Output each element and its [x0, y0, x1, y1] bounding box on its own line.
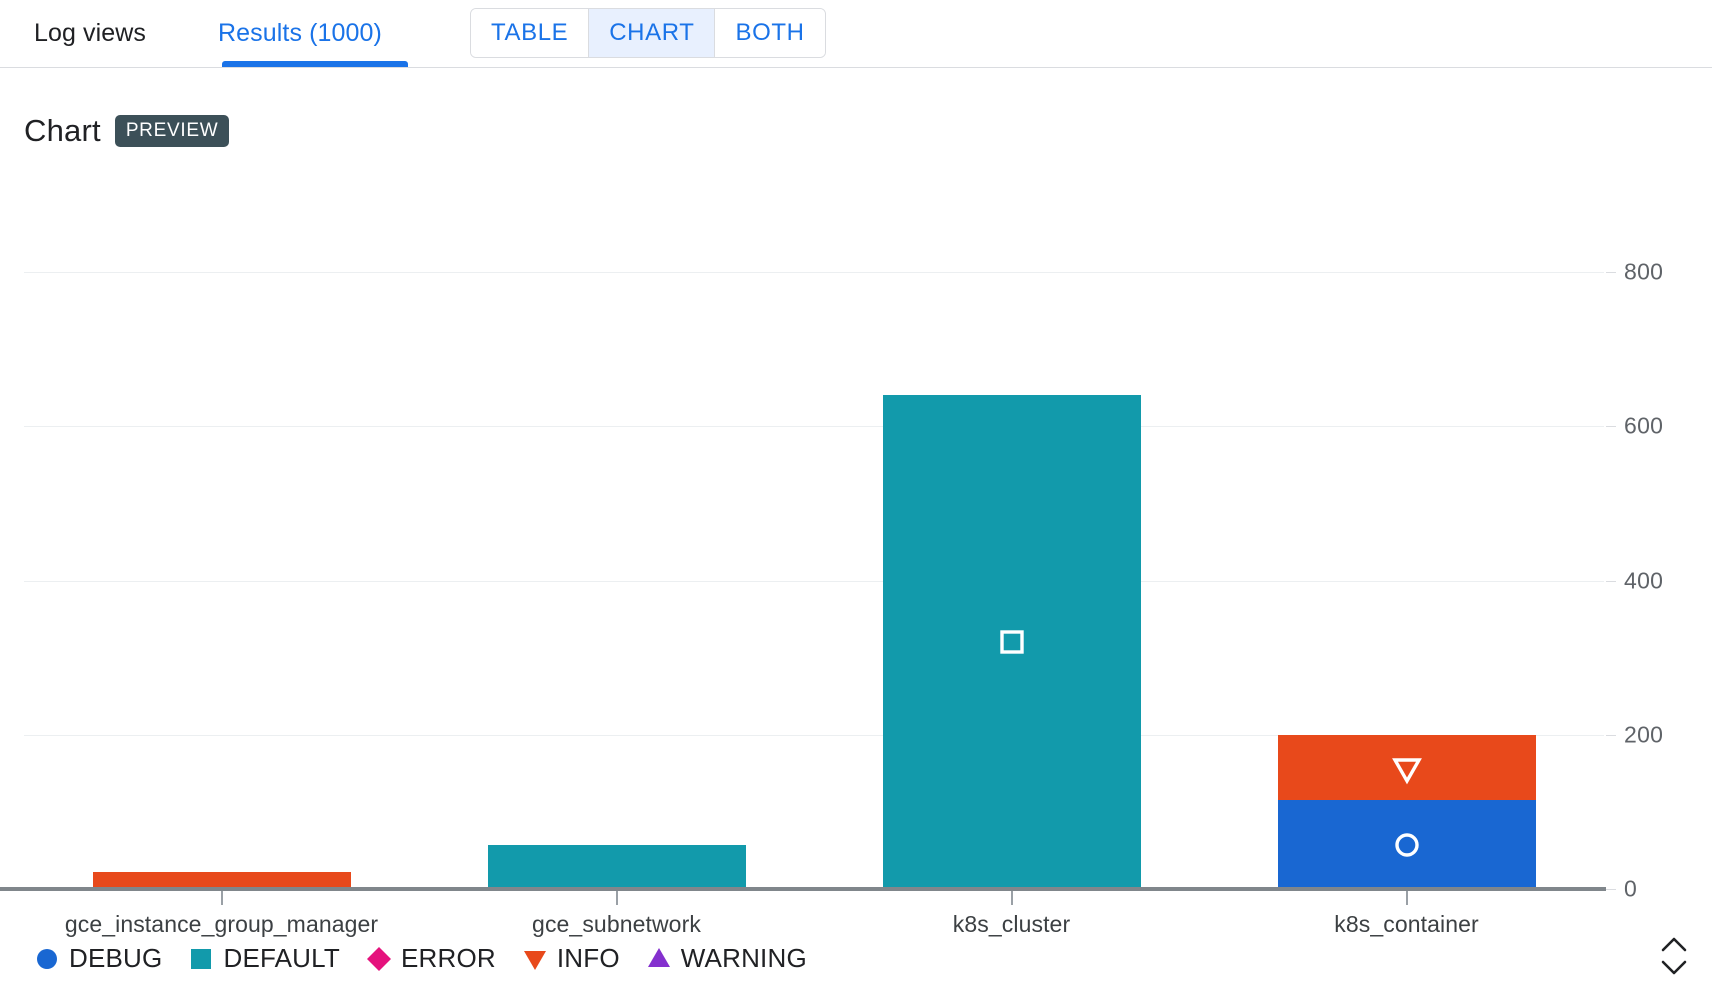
legend-label: INFO: [556, 943, 620, 973]
x-axis-label: gce_subnetwork: [532, 911, 701, 937]
view-mode-toggle-group: TABLE CHART BOTH: [470, 8, 826, 58]
chart-heading: Chart PREVIEW: [24, 113, 230, 149]
legend-item-default[interactable]: DEFAULT: [188, 943, 340, 974]
gridline: [24, 426, 1604, 428]
y-axis-tick: [1606, 734, 1616, 736]
active-tab-indicator: [222, 61, 408, 67]
tab-bar: Log views Results (1000) TABLE CHART BOT…: [0, 0, 1712, 68]
circle-legend-icon: [37, 948, 57, 969]
view-mode-both-button[interactable]: BOTH: [715, 9, 825, 57]
legend-label: ERROR: [400, 943, 496, 973]
tab-log-views[interactable]: Log views: [10, 0, 170, 67]
gridline: [24, 272, 1604, 273]
bar-segment[interactable]: [487, 845, 746, 889]
bar-segment[interactable]: [1277, 800, 1536, 889]
gridline: [24, 580, 1604, 582]
preview-badge: PREVIEW: [114, 115, 230, 147]
y-axis-tick: [1606, 580, 1616, 582]
x-axis-tick: [1010, 891, 1013, 905]
triangle-up-legend-icon: [647, 947, 670, 967]
legend-item-warning[interactable]: WARNING: [646, 943, 807, 974]
triangle-down-legend-icon: [523, 950, 546, 970]
tab-results-label: Results (1000): [218, 19, 382, 47]
view-mode-chart-label: CHART: [609, 19, 695, 46]
x-axis-tick: [220, 891, 223, 905]
bar-segment[interactable]: [1277, 734, 1536, 801]
x-axis-label: gce_instance_group_manager: [64, 911, 379, 937]
legend-label: DEBUG: [69, 943, 163, 973]
y-axis-label: 0: [1624, 875, 1638, 902]
chart-legend: DEBUG DEFAULT ERROR INFO WARNING: [34, 943, 807, 974]
y-axis-tick: [1606, 426, 1616, 428]
square-legend-icon: [191, 948, 212, 969]
expand-collapse-button[interactable]: [1654, 930, 1694, 982]
view-mode-table-button[interactable]: TABLE: [471, 9, 590, 57]
y-axis-tick: [1606, 889, 1616, 890]
legend-label: WARNING: [680, 943, 807, 973]
y-axis-label: 200: [1624, 721, 1664, 748]
expand-collapse-icon: [1661, 937, 1687, 975]
view-mode-chart-button[interactable]: CHART: [589, 9, 716, 57]
legend-label: DEFAULT: [223, 943, 340, 973]
y-axis-label: 600: [1624, 412, 1664, 439]
y-axis-label: 400: [1624, 567, 1664, 593]
x-axis-label: k8s_container: [1334, 911, 1479, 937]
page-title: Chart: [24, 113, 101, 148]
tab-log-views-label: Log views: [33, 19, 147, 47]
diamond-legend-icon: [366, 946, 391, 971]
x-axis-tick: [1405, 891, 1408, 905]
bar-chart: 0 200 400 600 800 gce_instance_group_manager…: [0, 0, 1712, 988]
y-axis-tick: [1606, 272, 1616, 273]
legend-item-debug[interactable]: DEBUG: [34, 943, 162, 974]
tab-results[interactable]: Results (1000): [200, 0, 400, 67]
legend-item-info[interactable]: INFO: [522, 943, 620, 974]
legend-item-error[interactable]: ERROR: [366, 943, 496, 974]
bar-segment[interactable]: [882, 395, 1141, 889]
x-axis-tick: [615, 891, 618, 905]
view-mode-table-label: TABLE: [491, 19, 569, 46]
x-axis-label: k8s_cluster: [952, 911, 1071, 937]
view-mode-both-label: BOTH: [735, 19, 805, 46]
y-axis-label: 800: [1624, 258, 1664, 285]
bar-segment[interactable]: [92, 872, 351, 889]
